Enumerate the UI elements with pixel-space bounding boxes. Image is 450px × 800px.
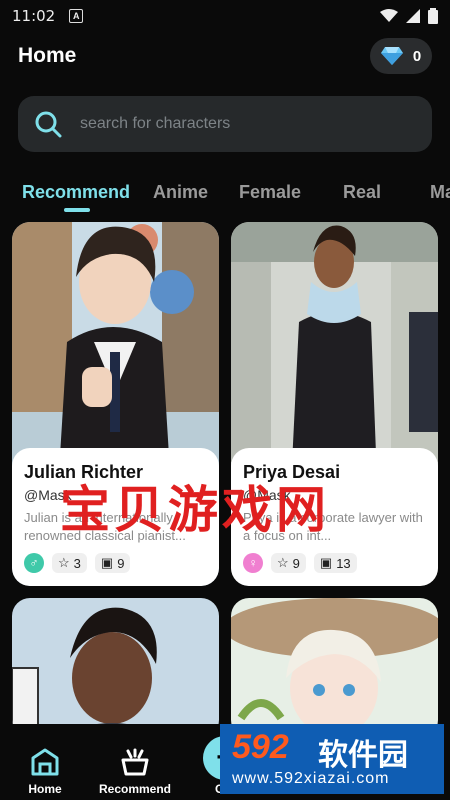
star-icon: ☆ [58, 555, 70, 570]
images-stat: ▣ 13 [313, 553, 357, 573]
gems-count: 0 [412, 47, 422, 65]
nav-home[interactable]: Home [0, 724, 90, 800]
tab-anime[interactable]: Anime [153, 182, 208, 203]
tab-more[interactable]: Ma [430, 182, 450, 203]
character-image [12, 598, 219, 738]
image-icon: ▣ [100, 555, 114, 570]
search-bar[interactable] [18, 96, 432, 152]
tab-active-indicator [64, 208, 90, 212]
character-stats: ♀ ☆ 9 ▣ 13 [243, 553, 426, 573]
wifi-icon [380, 9, 398, 22]
page-title: Home [18, 44, 77, 67]
diamond-icon [380, 47, 403, 65]
recommend-icon [121, 748, 149, 776]
notification-a-icon: A [69, 9, 84, 23]
status-icons [380, 8, 438, 24]
brand-name: 软件园 [318, 739, 408, 772]
images-count: 9 [117, 555, 125, 571]
brand-url: www.592xiazai.com [232, 770, 390, 787]
stars-stat: ☆ 3 [52, 553, 87, 573]
images-count: 13 [336, 555, 351, 571]
status-time: 11:02 [12, 7, 56, 25]
header: Home 0 [18, 36, 432, 76]
image-icon: ▣ [319, 555, 333, 570]
female-icon: ♀ [243, 553, 263, 573]
search-input[interactable] [80, 115, 380, 133]
gems-balance-button[interactable]: 0 [370, 38, 432, 74]
star-icon: ☆ [277, 555, 289, 570]
stars-count: 3 [73, 555, 81, 571]
signal-icon [406, 9, 420, 23]
character-card[interactable] [12, 598, 219, 738]
character-stats: ♂ ☆ 3 ▣ 9 [24, 553, 207, 573]
category-tabs: Recommend Anime Female Real Ma [0, 178, 450, 218]
tab-recommend[interactable]: Recommend [22, 182, 130, 203]
images-stat: ▣ 9 [94, 553, 131, 573]
stars-stat: ☆ 9 [271, 553, 306, 573]
male-icon: ♂ [24, 553, 44, 573]
brand-number: 592 [232, 728, 289, 766]
search-icon [35, 111, 62, 138]
character-image [231, 598, 438, 738]
nav-recommend-label: Recommend [98, 782, 172, 796]
stars-count: 9 [292, 555, 300, 571]
character-card[interactable] [231, 598, 438, 738]
battery-icon [428, 8, 438, 24]
tab-real[interactable]: Real [343, 182, 381, 203]
nav-home-label: Home [28, 782, 62, 796]
watermark-text: 宝贝游戏网 [60, 481, 330, 539]
home-icon [31, 748, 59, 776]
nav-recommend[interactable]: Recommend [90, 724, 180, 800]
brand-watermark: 592 软件园 www.592xiazai.com [220, 724, 444, 794]
tab-female[interactable]: Female [239, 182, 301, 203]
status-bar: 11:02 A [0, 0, 450, 32]
